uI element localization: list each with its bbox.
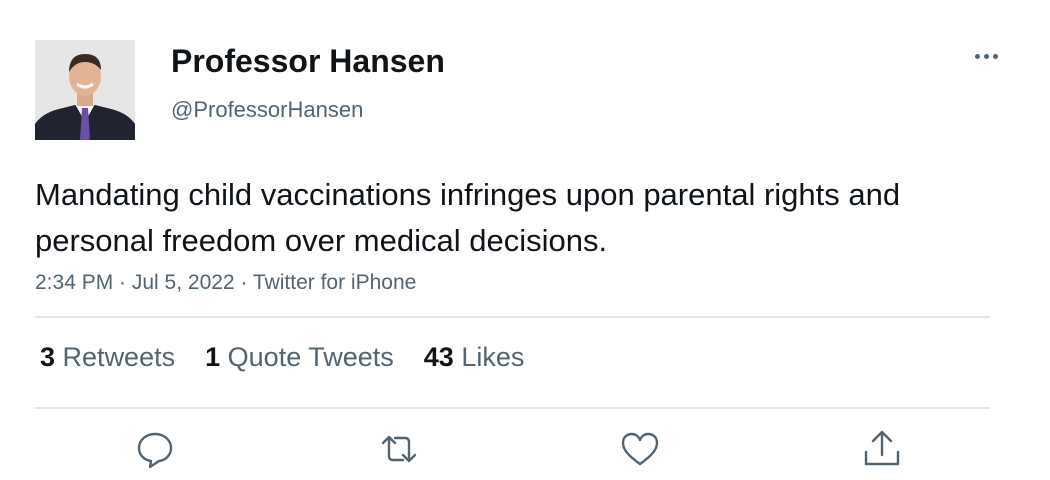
- retweet-button[interactable]: [378, 428, 420, 470]
- author-name[interactable]: Professor Hansen: [171, 43, 445, 80]
- likes-label: Likes: [461, 342, 525, 372]
- share-button[interactable]: [861, 428, 903, 470]
- share-icon: [864, 430, 900, 466]
- retweets-count: 3: [40, 342, 56, 372]
- retweets-label: Retweets: [62, 342, 176, 372]
- quote-tweets-label: Quote Tweets: [227, 342, 394, 372]
- profile-photo: [35, 40, 135, 140]
- quote-tweets-stat[interactable]: 1 Quote Tweets: [205, 342, 394, 373]
- reply-button[interactable]: [134, 428, 176, 470]
- like-button[interactable]: [619, 428, 661, 470]
- divider: [35, 407, 990, 409]
- retweets-stat[interactable]: 3 Retweets: [40, 342, 175, 373]
- likes-stat[interactable]: 43 Likes: [424, 342, 525, 373]
- tweet-stats: 3 Retweets 1 Quote Tweets 43 Likes: [40, 342, 554, 373]
- author-handle[interactable]: @ProfessorHansen: [171, 97, 363, 123]
- tweet-text: Mandating child vaccinations infringes u…: [35, 177, 901, 258]
- tweet-meta: 2:34 PM · Jul 5, 2022 · Twitter for iPho…: [35, 271, 417, 294]
- avatar[interactable]: [35, 40, 135, 140]
- likes-count: 43: [423, 342, 454, 372]
- like-icon: [621, 432, 659, 466]
- more-horizontal-icon: [975, 54, 980, 59]
- divider: [35, 316, 990, 318]
- quote-tweets-count: 1: [205, 342, 221, 372]
- more-options-button[interactable]: [973, 47, 1003, 67]
- retweet-icon: [381, 435, 417, 463]
- reply-icon: [137, 432, 173, 469]
